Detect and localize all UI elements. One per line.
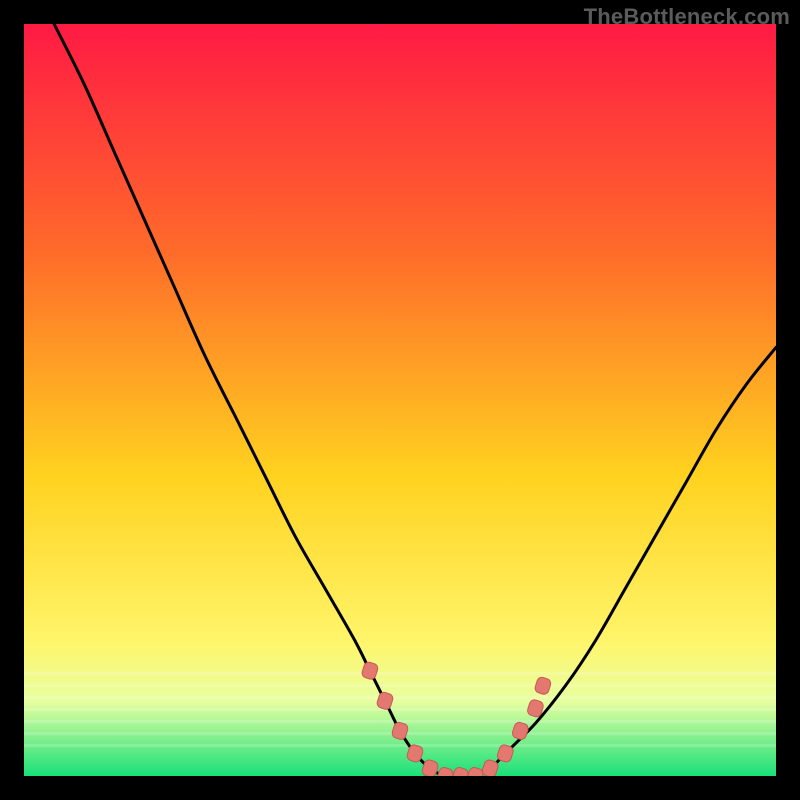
gradient-background <box>24 24 776 776</box>
bottleneck-plot <box>24 24 776 776</box>
watermark: TheBottleneck.com <box>584 4 790 30</box>
chart-frame <box>24 24 776 776</box>
